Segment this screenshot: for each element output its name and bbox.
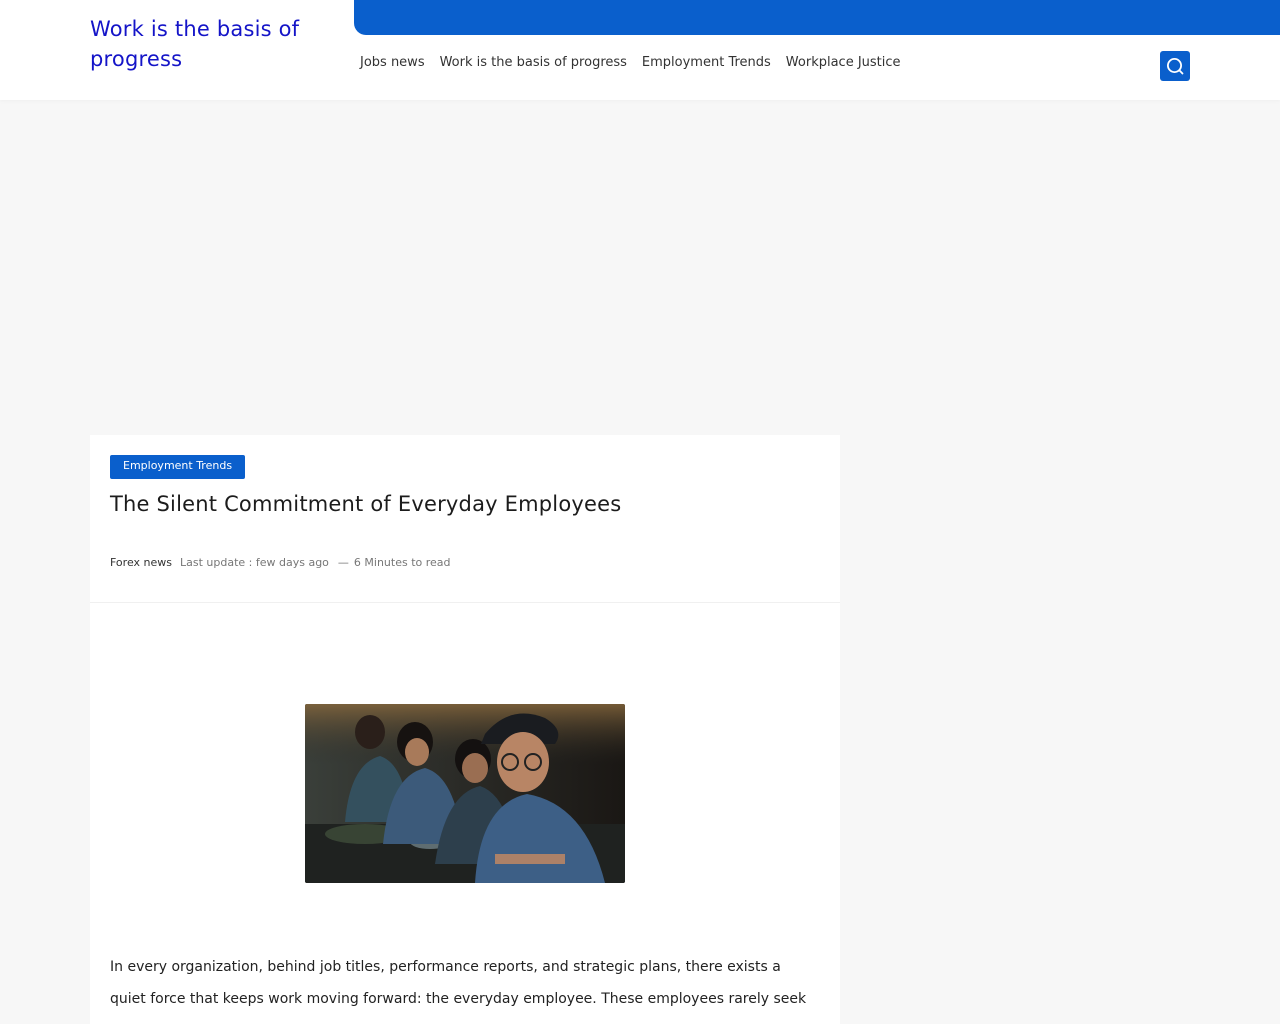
article-card: Employment Trends The Silent Commitment … xyxy=(90,435,840,1024)
nav-item-work-progress[interactable]: Work is the basis of progress xyxy=(440,54,627,72)
search-button[interactable] xyxy=(1160,51,1190,81)
nav-item-jobs-news[interactable]: Jobs news xyxy=(360,54,425,72)
article-hero-image xyxy=(305,704,625,883)
author-link[interactable]: Forex news xyxy=(110,556,172,569)
main-nav: Jobs news Work is the basis of progress … xyxy=(360,54,916,72)
site-header: Work is the basis of progress Jobs news … xyxy=(0,0,1280,100)
workers-photo xyxy=(305,704,625,883)
article-title: The Silent Commitment of Everyday Employ… xyxy=(110,492,622,516)
search-icon xyxy=(1167,58,1184,75)
article-header: Employment Trends The Silent Commitment … xyxy=(90,435,840,603)
site-title-link[interactable]: Work is the basis of progress xyxy=(90,14,330,74)
meta-separator: — xyxy=(337,556,349,569)
nav-item-workplace-justice[interactable]: Workplace Justice xyxy=(786,54,901,72)
last-update: Last update : few days ago xyxy=(180,556,329,569)
article-intro: In every organization, behind job titles… xyxy=(110,959,807,1007)
article-meta: Forex news Last update : few days ago — … xyxy=(110,556,451,569)
top-accent-bar xyxy=(354,0,1280,35)
nav-item-employment-trends[interactable]: Employment Trends xyxy=(642,54,771,72)
read-time: 6 Minutes to read xyxy=(353,556,451,569)
category-badge[interactable]: Employment Trends xyxy=(110,455,246,479)
